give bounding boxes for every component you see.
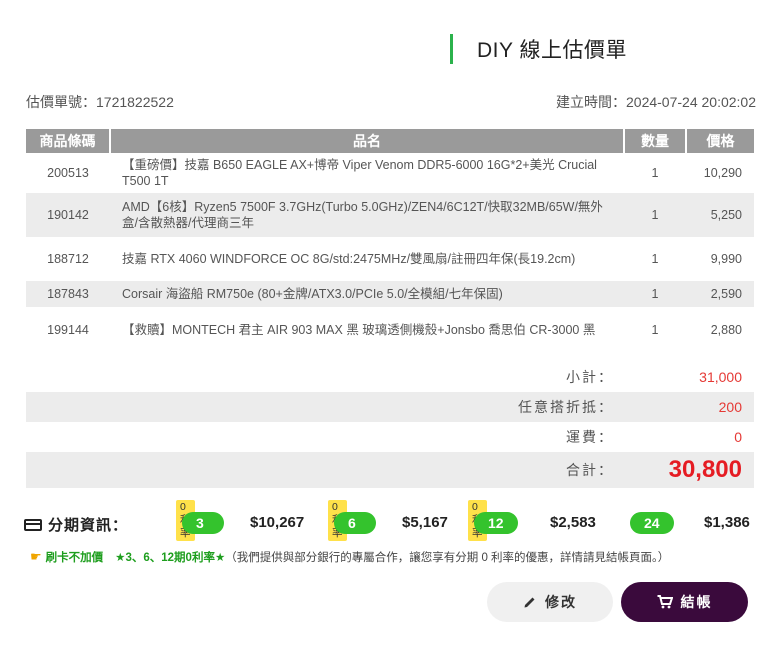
installment-label-wrap: 分期資訊： — [24, 514, 128, 535]
item-price: 10,290 — [703, 166, 742, 180]
item-price: 9,990 — [710, 252, 742, 266]
total-row: 合計： 30,800 — [26, 452, 754, 488]
header-price: 價格 — [686, 129, 754, 153]
item-name: 【重磅價】技嘉 B650 EAGLE AX+博帝 Viper Venom DDR… — [122, 158, 597, 188]
subtotal-label: 小計： — [566, 369, 614, 385]
notice-text: （我們提供與部分銀行的專屬合作，讓您享有分期 0 利率的優惠，詳情請見結帳頁面。… — [225, 552, 670, 564]
item-name: 【救贖】MONTECH 君主 AIR 903 MAX 黑 玻璃透側機殼+Jons… — [122, 323, 596, 337]
installment-period-badge: 3期 — [182, 512, 224, 553]
quote-number: 估價單號：1721822522 — [26, 94, 174, 110]
installment-price: $1,386 — [704, 514, 750, 531]
item-price: 2,590 — [686, 281, 754, 307]
installment-price: $2,583 — [550, 514, 596, 531]
item-code: 200513 — [47, 166, 89, 180]
pointing-hand-icon: ☛ — [30, 549, 42, 564]
table-row: 187843 Corsair 海盜船 RM750e (80+金牌/ATX3.0/… — [26, 281, 754, 307]
edit-button[interactable]: 修改 — [487, 582, 613, 622]
shipping-row: 運費： 0 — [26, 422, 754, 452]
discount-row: 任意搭折抵： 200 — [26, 392, 754, 422]
title-accent-bar — [450, 34, 453, 64]
table-header-row: 商品條碼 品名 數量 價格 — [26, 129, 754, 153]
item-price: 2,880 — [710, 323, 742, 337]
items-table: 商品條碼 品名 數量 價格 200513 【重磅價】技嘉 B650 EAGLE … — [26, 129, 754, 353]
installment-period-badge: 12期 — [474, 512, 518, 553]
no-surcharge-text: 刷卡不加價 — [45, 552, 104, 564]
page-header: DIY 線上估價單 — [450, 34, 627, 64]
shipping-value: 0 — [734, 429, 742, 445]
total-value: 30,800 — [668, 456, 742, 483]
checkout-button-label: 結帳 — [680, 594, 713, 610]
item-qty: 1 — [624, 193, 686, 237]
subtotal-row: 小計： 31,000 — [26, 362, 754, 392]
order-summary: 小計： 31,000 任意搭折抵： 200 運費： 0 合計： 30,800 — [26, 362, 754, 488]
table-row: 200513 【重磅價】技嘉 B650 EAGLE AX+博帝 Viper Ve… — [26, 153, 754, 193]
installment-period-badge: 24期 — [630, 512, 674, 553]
installment-period-badge: 6期 — [334, 512, 376, 553]
installment-notice: ☛ 刷卡不加價 ★3、6、12期0利率★ （我們提供與部分銀行的專屬合作，讓您享… — [30, 549, 669, 565]
header-name: 品名 — [110, 129, 625, 153]
item-qty: 1 — [651, 252, 659, 266]
installment-price: $10,267 — [250, 514, 305, 531]
total-label: 合計： — [566, 462, 614, 478]
installment-price: $5,167 — [402, 514, 448, 531]
subtotal-value: 31,000 — [699, 369, 742, 385]
header-qty: 數量 — [624, 129, 687, 153]
item-code: 187843 — [26, 281, 110, 307]
item-qty: 1 — [651, 323, 659, 337]
item-name: 技嘉 RTX 4060 WINDFORCE OC 8G/std:2475MHz/… — [122, 252, 576, 266]
item-name: AMD【6核】Ryzen5 7500F 3.7GHz(Turbo 5.0GHz)… — [110, 193, 624, 237]
shopping-cart-icon — [657, 595, 673, 609]
table-row: 199144 【救贖】MONTECH 君主 AIR 903 MAX 黑 玻璃透側… — [26, 307, 754, 353]
item-price: 5,250 — [686, 193, 754, 237]
discount-label: 任意搭折抵： — [518, 399, 614, 415]
item-name: Corsair 海盜船 RM750e (80+金牌/ATX3.0/PCIe 5.… — [110, 281, 624, 307]
quote-meta: 估價單號：1721822522 建立時間：2024-07-24 20:02:02 — [26, 92, 756, 112]
item-qty: 1 — [651, 166, 659, 180]
discount-value: 200 — [718, 399, 742, 415]
header-code: 商品條碼 — [26, 129, 111, 153]
table-row: 188712 技嘉 RTX 4060 WINDFORCE OC 8G/std:2… — [26, 237, 754, 281]
created-time: 建立時間：2024-07-24 20:02:02 — [556, 94, 756, 110]
edit-button-label: 修改 — [545, 594, 577, 610]
installment-label: 分期資訊： — [48, 517, 129, 534]
item-code: 190142 — [26, 193, 110, 237]
page-title: DIY 線上估價單 — [477, 39, 627, 62]
pencil-icon — [524, 597, 535, 608]
item-code: 199144 — [47, 323, 89, 337]
item-code: 188712 — [47, 252, 89, 266]
table-row: 190142 AMD【6核】Ryzen5 7500F 3.7GHz(Turbo … — [26, 193, 754, 237]
shipping-label: 運費： — [566, 429, 614, 445]
zero-rate-text: ★3、6、12期0利率★ — [115, 552, 226, 564]
credit-card-icon — [24, 518, 42, 531]
checkout-button[interactable]: 結帳 — [621, 582, 748, 622]
item-qty: 1 — [624, 281, 686, 307]
installment-info: 分期資訊： 0利率 3期 $10,267 0利率 6期 $5,167 0利率 1… — [24, 500, 758, 553]
